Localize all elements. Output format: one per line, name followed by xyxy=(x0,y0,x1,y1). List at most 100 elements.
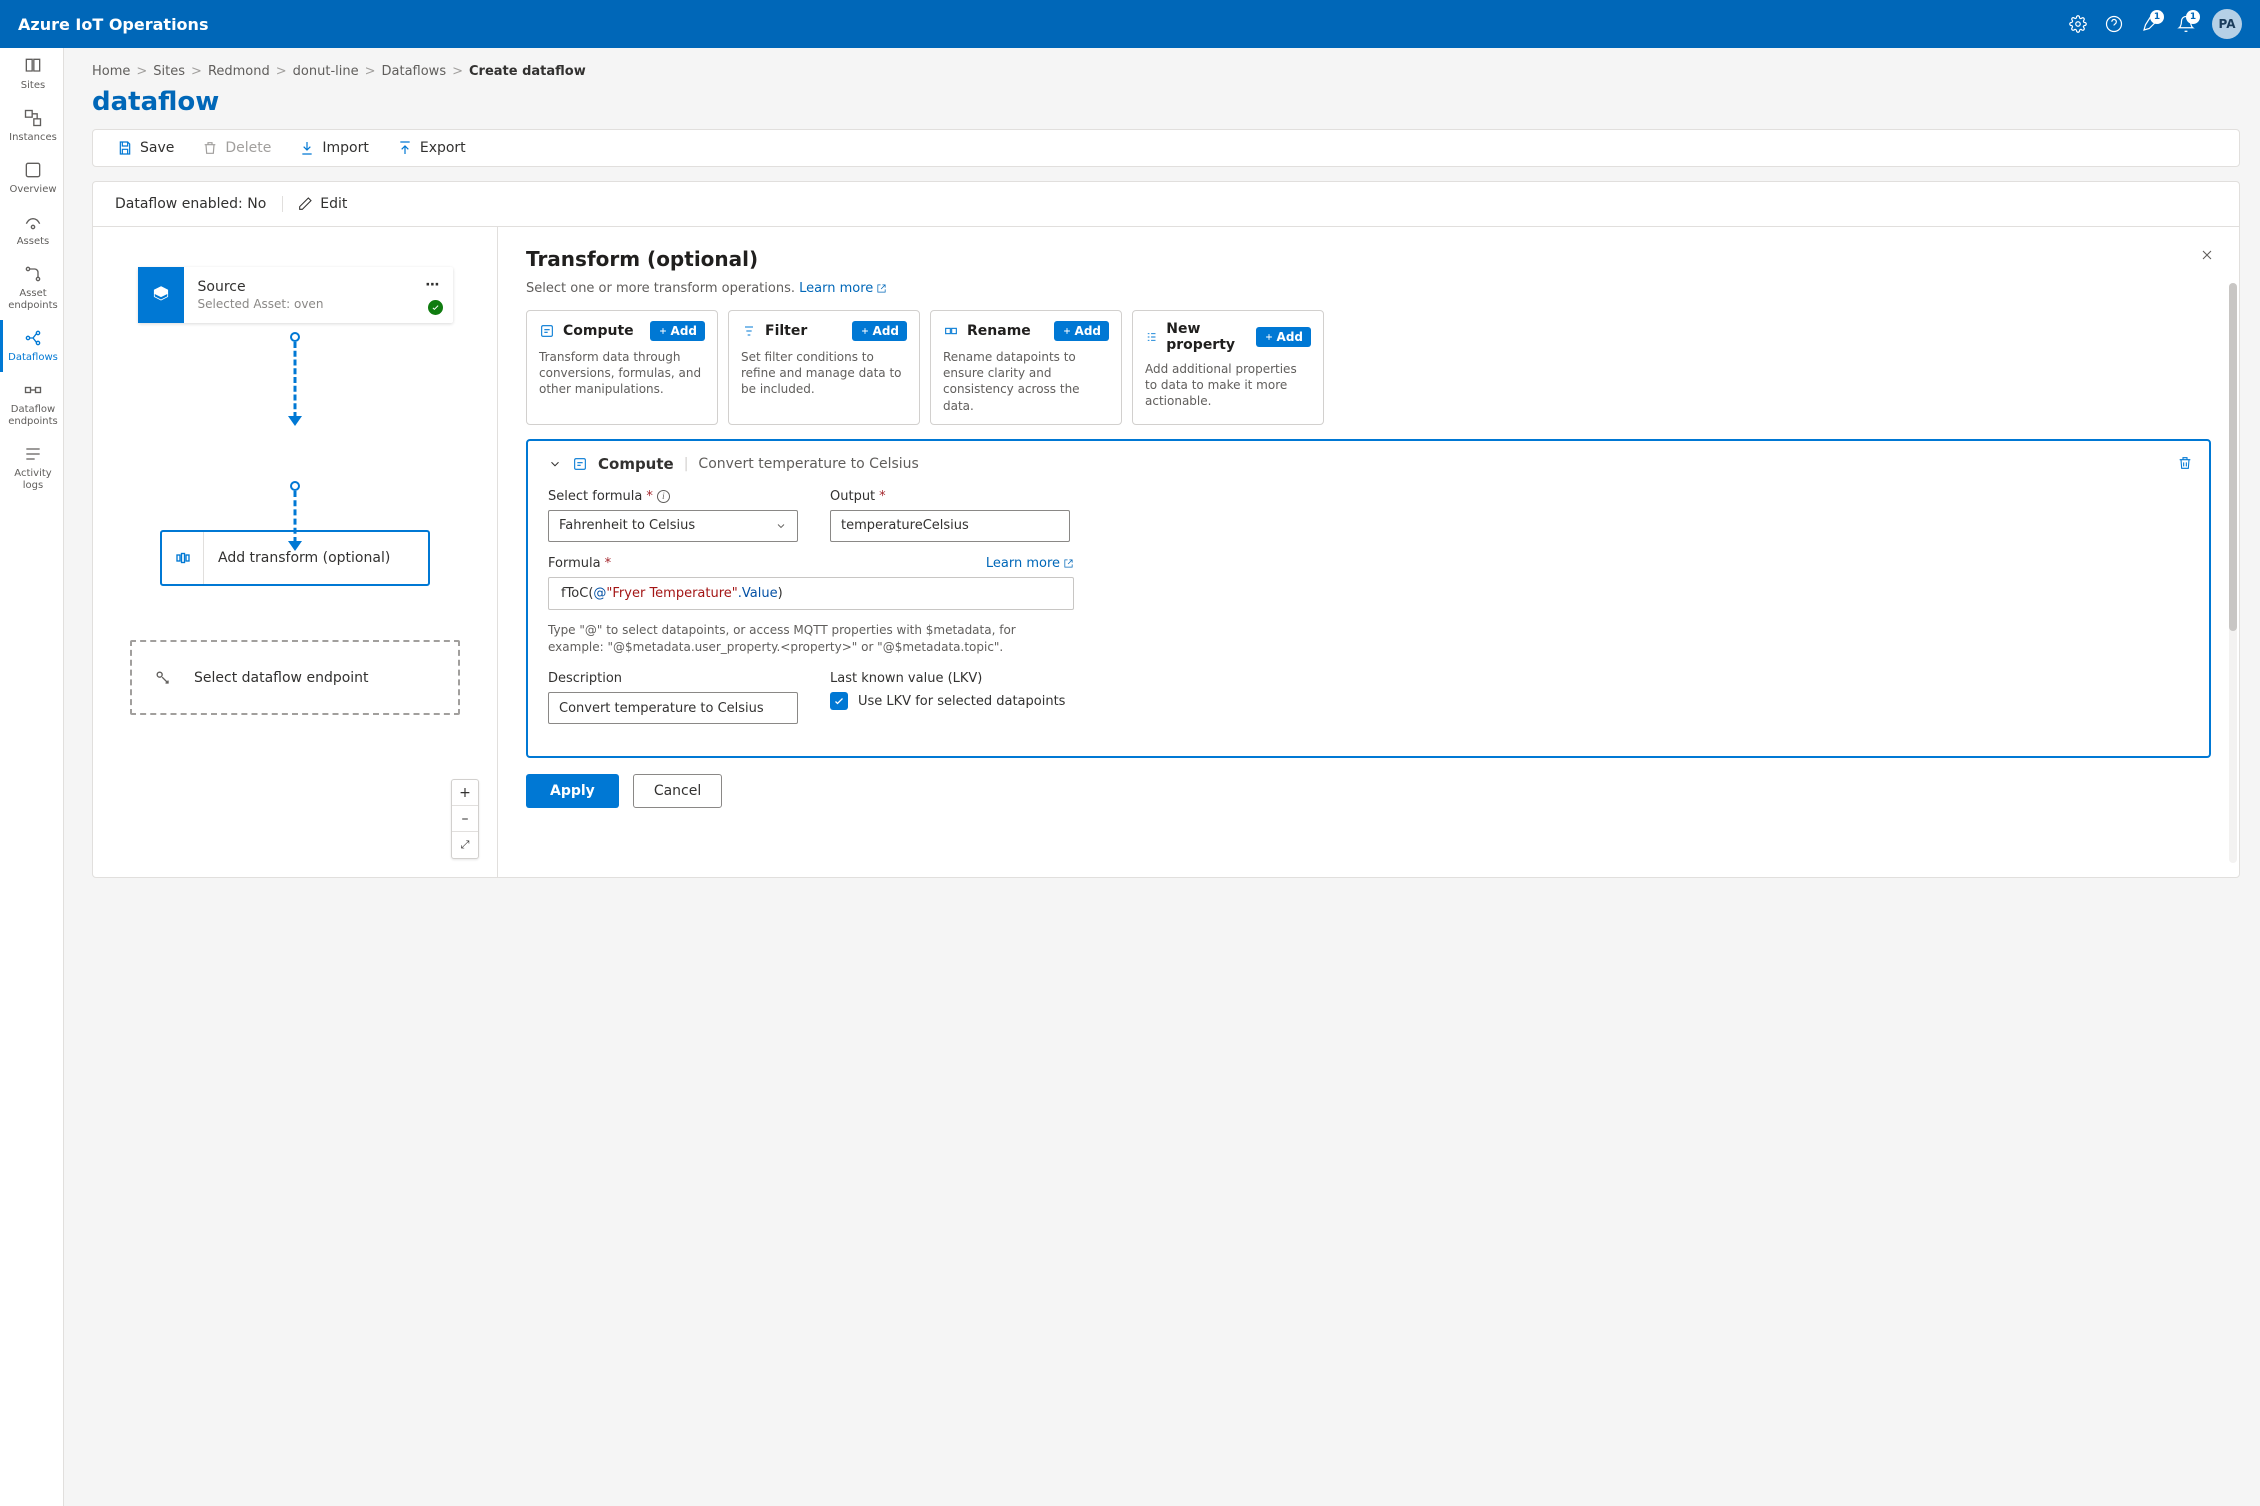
toolbar-card: Save Delete Import Export xyxy=(92,129,2240,167)
scrollbar[interactable] xyxy=(2229,283,2237,863)
book-icon xyxy=(23,56,43,76)
op-desc: Rename datapoints to ensure clarity and … xyxy=(943,349,1109,414)
op-newproperty-card: New propertyAdd Add additional propertie… xyxy=(1132,310,1324,425)
delete-button: Delete xyxy=(202,140,271,156)
crumb-site[interactable]: Redmond xyxy=(208,64,270,79)
dataflow-icon xyxy=(23,328,43,348)
sidebar-item-label: Asset endpoints xyxy=(7,288,59,312)
chevron-down-icon[interactable] xyxy=(548,457,562,471)
crumb-sites[interactable]: Sites xyxy=(153,64,185,79)
workspace: Home> Sites> Redmond> donut-line> Datafl… xyxy=(64,48,2260,1506)
formula-dropdown[interactable]: Fahrenheit to Celsius xyxy=(548,510,798,542)
op-filter-name: Filter xyxy=(741,323,807,339)
top-header: Azure IoT Operations 1 1 PA xyxy=(0,0,2260,48)
op-compute-name: Compute xyxy=(539,323,634,339)
sidebar-item-label: Dataflows xyxy=(8,352,58,364)
sidebar-item-label: Overview xyxy=(9,184,56,196)
feedback-icon[interactable]: 1 xyxy=(2140,14,2160,34)
operations-grid: Compute Add Transform data through conver… xyxy=(526,310,2211,425)
sidebar-item-dataflow-endpoints[interactable]: Dataflow endpoints xyxy=(0,372,63,436)
lkv-checkbox[interactable] xyxy=(830,692,848,710)
bell-icon[interactable]: 1 xyxy=(2176,14,2196,34)
dataflow-endpoints-icon xyxy=(23,380,43,400)
activity-logs-icon xyxy=(23,444,43,464)
crumb-instance[interactable]: donut-line xyxy=(293,64,359,79)
overview-icon xyxy=(23,160,43,180)
node-menu-icon[interactable]: ⋯ xyxy=(426,277,441,293)
add-compute-button[interactable]: Add xyxy=(650,321,705,341)
sidebar-item-label: Activity logs xyxy=(7,468,59,492)
notification-badge: 1 xyxy=(2186,10,2200,24)
zoom-in-button[interactable]: + xyxy=(452,780,478,806)
select-endpoint-node[interactable]: Select dataflow endpoint xyxy=(130,640,460,715)
zoom-controls: + – ⤢ xyxy=(451,779,479,859)
compute-icon xyxy=(572,456,588,472)
instances-icon xyxy=(23,108,43,128)
add-newproperty-button[interactable]: Add xyxy=(1256,327,1311,347)
source-node[interactable]: Source Selected Asset: oven ⋯ xyxy=(138,267,453,323)
gear-icon[interactable] xyxy=(2068,14,2088,34)
description-input[interactable] xyxy=(548,692,798,724)
sidebar-item-label: Instances xyxy=(9,132,57,144)
info-icon[interactable]: i xyxy=(657,490,670,503)
node-label: Select dataflow endpoint xyxy=(194,670,458,686)
node-title: Source xyxy=(198,279,439,295)
product-title: Azure IoT Operations xyxy=(18,15,208,34)
zoom-fit-button[interactable]: ⤢ xyxy=(452,832,478,858)
sidebar-item-label: Dataflow endpoints xyxy=(7,404,59,428)
check-icon xyxy=(428,300,443,315)
lkv-field: Last known value (LKV) Use LKV for selec… xyxy=(830,671,2189,724)
output-input[interactable] xyxy=(830,510,1070,542)
formula-input[interactable]: fToC(@"Fryer Temperature".Value) xyxy=(548,577,1074,610)
toolbar: Save Delete Import Export xyxy=(93,130,2239,166)
export-button[interactable]: Export xyxy=(397,140,466,156)
apply-button[interactable]: Apply xyxy=(526,774,619,808)
op-desc: Add additional properties to data to mak… xyxy=(1145,361,1311,410)
source-node-icon xyxy=(138,267,184,323)
sidebar-item-asset-endpoints[interactable]: Asset endpoints xyxy=(0,256,63,320)
add-rename-button[interactable]: Add xyxy=(1054,321,1109,341)
close-icon[interactable] xyxy=(2199,247,2215,267)
sidebar-item-label: Assets xyxy=(17,236,50,248)
learn-more-link[interactable]: Learn more xyxy=(799,281,887,296)
select-formula-field: Select formula * i Fahrenheit to Celsius xyxy=(548,489,798,542)
op-desc: Transform data through conversions, form… xyxy=(539,349,705,398)
split-pane: Source Selected Asset: oven ⋯ Add transf… xyxy=(93,227,2239,877)
dataflow-enabled-status: Dataflow enabled: No xyxy=(115,196,266,212)
panel-subtitle: Select one or more transform operations.… xyxy=(526,281,2211,296)
crumb-dataflows[interactable]: Dataflows xyxy=(382,64,447,79)
delete-compute-button[interactable] xyxy=(2177,455,2193,475)
add-filter-button[interactable]: Add xyxy=(852,321,907,341)
sidebar: Sites Instances Overview Assets Asset en… xyxy=(0,48,64,1506)
canvas-pane: Source Selected Asset: oven ⋯ Add transf… xyxy=(93,227,498,877)
endpoint-icon xyxy=(132,668,194,688)
sidebar-item-activity-logs[interactable]: Activity logs xyxy=(0,436,63,500)
help-icon[interactable] xyxy=(2104,14,2124,34)
node-subtitle: Selected Asset: oven xyxy=(198,297,439,311)
transform-panel: Transform (optional) Select one or more … xyxy=(498,227,2239,877)
op-rename-card: Rename Add Rename datapoints to ensure cl… xyxy=(930,310,1122,425)
compute-type-label: Compute xyxy=(598,455,674,473)
cancel-button[interactable]: Cancel xyxy=(633,774,722,808)
page-title: dataflow xyxy=(92,87,2240,117)
crumb-home[interactable]: Home xyxy=(92,64,130,79)
status-row: Dataflow enabled: No Edit xyxy=(93,182,2239,227)
formula-hint: Type "@" to select datapoints, or access… xyxy=(548,622,1074,656)
formula-learn-more-link[interactable]: Learn more xyxy=(986,556,1074,571)
panel-title: Transform (optional) xyxy=(526,247,2211,271)
sidebar-item-instances[interactable]: Instances xyxy=(0,100,63,152)
op-filter-card: FilterAdd Set filter conditions to refin… xyxy=(728,310,920,425)
assets-icon xyxy=(23,212,43,232)
import-button[interactable]: Import xyxy=(299,140,368,156)
sidebar-item-overview[interactable]: Overview xyxy=(0,152,63,204)
sidebar-item-dataflows[interactable]: Dataflows xyxy=(0,320,63,372)
op-rename-name: Rename xyxy=(943,323,1031,339)
main-card: Dataflow enabled: No Edit Source Selecte… xyxy=(92,181,2240,878)
save-button[interactable]: Save xyxy=(117,140,174,156)
sidebar-item-assets[interactable]: Assets xyxy=(0,204,63,256)
edit-status-button[interactable]: Edit xyxy=(282,196,347,212)
sidebar-item-sites[interactable]: Sites xyxy=(0,48,63,100)
avatar[interactable]: PA xyxy=(2212,9,2242,39)
zoom-out-button[interactable]: – xyxy=(452,806,478,832)
header-actions: 1 1 PA xyxy=(2068,9,2242,39)
